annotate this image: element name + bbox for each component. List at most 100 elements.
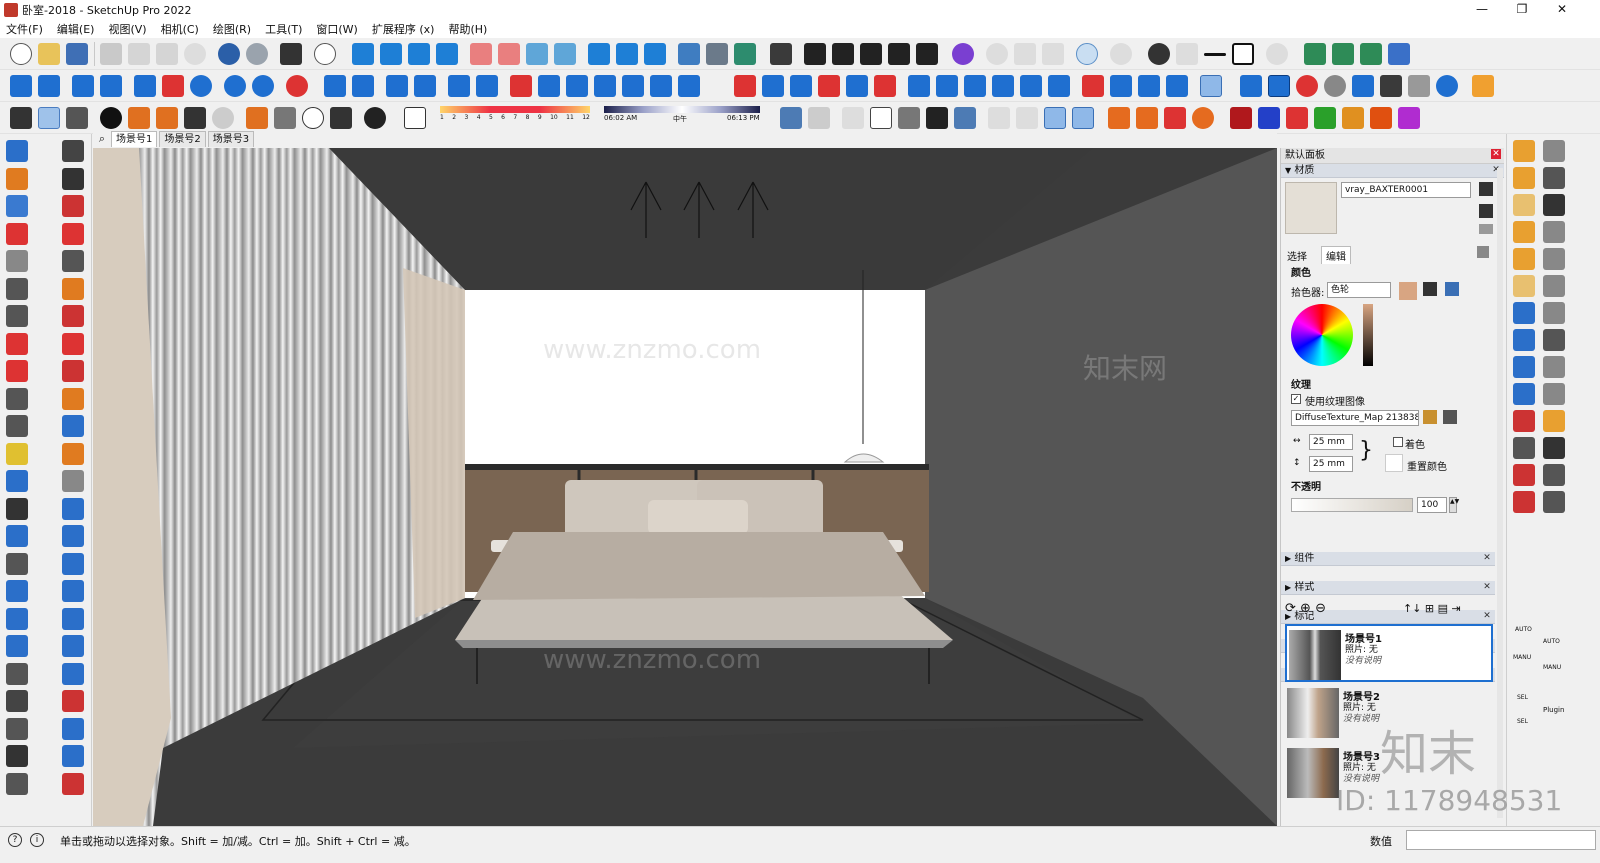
- stop-icon[interactable]: [1324, 75, 1346, 97]
- brightness-slider[interactable]: [1363, 304, 1373, 366]
- solid-icon[interactable]: [954, 107, 976, 129]
- share-model-icon[interactable]: [832, 43, 854, 65]
- left-tool-icon[interactable]: [6, 387, 28, 410]
- right-tool-icon[interactable]: [1513, 437, 1535, 459]
- left-tool-icon[interactable]: [6, 222, 28, 245]
- pyramid-icon[interactable]: [842, 107, 864, 129]
- left-tool-icon[interactable]: [62, 140, 84, 162]
- polyline-icon[interactable]: [650, 75, 672, 97]
- back-edges-icon[interactable]: [498, 43, 520, 65]
- left-tool-icon[interactable]: [62, 222, 84, 245]
- shadow-toggle-icon[interactable]: [404, 107, 426, 129]
- right-tool-icon[interactable]: [1543, 464, 1565, 486]
- panel-styles[interactable]: ▶ 样式 ✕: [1281, 581, 1495, 595]
- pause-icon[interactable]: [1268, 75, 1290, 97]
- left-tool-icon[interactable]: [62, 305, 84, 327]
- left-tool-icon[interactable]: [62, 277, 84, 300]
- left-tool-icon[interactable]: [6, 580, 28, 602]
- remove-scene-icon[interactable]: ⊖: [1315, 601, 1326, 616]
- hide-icon[interactable]: [1266, 43, 1288, 65]
- folder-blue-icon[interactable]: [324, 75, 346, 97]
- right-tool-icon[interactable]: [1543, 167, 1565, 189]
- left-tool-icon[interactable]: [62, 717, 84, 740]
- right-tool-icon[interactable]: [1513, 275, 1535, 297]
- left-tool-icon[interactable]: [6, 332, 28, 355]
- right-tool-icon[interactable]: [1513, 140, 1535, 162]
- texture-file-field[interactable]: DiffuseTexture_Map 21383874: [1291, 410, 1419, 426]
- cube-red-icon[interactable]: [874, 75, 896, 97]
- stack-orange-a-icon[interactable]: [1108, 107, 1130, 129]
- search-icon[interactable]: ⌕: [93, 132, 111, 146]
- user-icon[interactable]: [364, 107, 386, 129]
- menu-edit[interactable]: 编辑(E): [57, 21, 95, 37]
- export-blue-icon[interactable]: [414, 75, 436, 97]
- menu-camera[interactable]: 相机(C): [161, 21, 199, 37]
- right-tool-icon[interactable]: [1543, 221, 1565, 243]
- plugin-green-icon[interactable]: [1304, 43, 1326, 65]
- copy-icon[interactable]: [128, 43, 150, 65]
- wireframe-icon[interactable]: [526, 43, 548, 65]
- match-model-color-icon[interactable]: [1423, 282, 1437, 296]
- left-tool-icon[interactable]: [6, 662, 28, 685]
- resize-icon[interactable]: [134, 75, 156, 97]
- left-tool-icon[interactable]: [6, 470, 28, 492]
- tab-select[interactable]: 选择: [1287, 248, 1307, 263]
- render-settings-icon[interactable]: [1352, 75, 1374, 97]
- left-tool-icon[interactable]: [6, 525, 28, 547]
- pen-tool-icon[interactable]: [1388, 43, 1410, 65]
- reset-color-swatch[interactable]: [1385, 454, 1403, 472]
- geo-location-icon[interactable]: ?: [8, 833, 22, 847]
- right-tool-icon[interactable]: [1543, 329, 1565, 351]
- left-tool-icon[interactable]: [62, 525, 84, 547]
- refresh-icon[interactable]: ⟳: [1285, 601, 1296, 616]
- gear-icon[interactable]: [1110, 43, 1132, 65]
- tab-edit[interactable]: 编辑: [1321, 246, 1351, 264]
- redo-icon[interactable]: [246, 43, 268, 65]
- left-tool-icon[interactable]: [62, 745, 84, 767]
- cube-select-icon[interactable]: [1044, 107, 1066, 129]
- flip-green-icon[interactable]: [1314, 107, 1336, 129]
- tray-scrollbar[interactable]: [1497, 168, 1503, 818]
- measurements-field[interactable]: [1406, 830, 1596, 850]
- extension-warehouse-icon[interactable]: [860, 43, 882, 65]
- scene-tab-2[interactable]: 场景号2: [159, 131, 206, 147]
- surface-icon[interactable]: [936, 75, 958, 97]
- cog-orange-icon[interactable]: [1192, 107, 1214, 129]
- help-icon[interactable]: [1436, 75, 1458, 97]
- panel-icon[interactable]: [1048, 75, 1070, 97]
- gear-orange-icon[interactable]: [246, 107, 268, 129]
- add-scene-icon[interactable]: ⊕: [1300, 601, 1311, 616]
- material-default-icon[interactable]: [1479, 224, 1493, 234]
- opacity-spinner[interactable]: ▲▼: [1449, 497, 1459, 513]
- color-wheel[interactable]: [1291, 304, 1353, 366]
- use-texture-checkbox[interactable]: ✓: [1291, 394, 1301, 404]
- left-tool-icon[interactable]: [62, 470, 84, 492]
- right-view-icon[interactable]: [436, 43, 458, 65]
- red-circle-icon[interactable]: [286, 75, 308, 97]
- match-screen-color-icon[interactable]: [1445, 282, 1459, 296]
- pentagon-icon[interactable]: [870, 107, 892, 129]
- left-tool-icon[interactable]: [62, 635, 84, 657]
- left-tool-icon[interactable]: [6, 140, 28, 162]
- xray-icon[interactable]: [470, 43, 492, 65]
- shaded-texture-icon[interactable]: [616, 43, 638, 65]
- molecule-icon[interactable]: [162, 75, 184, 97]
- left-tool-icon[interactable]: [62, 690, 84, 712]
- left-tool-icon[interactable]: [62, 580, 84, 602]
- right-tool-icon[interactable]: [1543, 491, 1565, 513]
- print-icon[interactable]: [280, 43, 302, 65]
- download-icon[interactable]: [224, 75, 246, 97]
- front-view-icon[interactable]: [408, 43, 430, 65]
- cloud-a-icon[interactable]: [10, 75, 32, 97]
- pattern-icon[interactable]: [156, 107, 178, 129]
- plugin-orange-icon[interactable]: [1472, 75, 1494, 97]
- scale-red-icon[interactable]: [734, 75, 756, 97]
- flip-icon[interactable]: [476, 75, 498, 97]
- right-tool-icon[interactable]: [1543, 437, 1565, 459]
- flip-orange-b-icon[interactable]: [1370, 107, 1392, 129]
- section-cut-icon[interactable]: [734, 43, 756, 65]
- flip-red-b-icon[interactable]: [1286, 107, 1308, 129]
- left-tool-icon[interactable]: [6, 415, 28, 437]
- menu-draw[interactable]: 绘图(R): [213, 21, 251, 37]
- line-dash-icon[interactable]: [1204, 53, 1226, 56]
